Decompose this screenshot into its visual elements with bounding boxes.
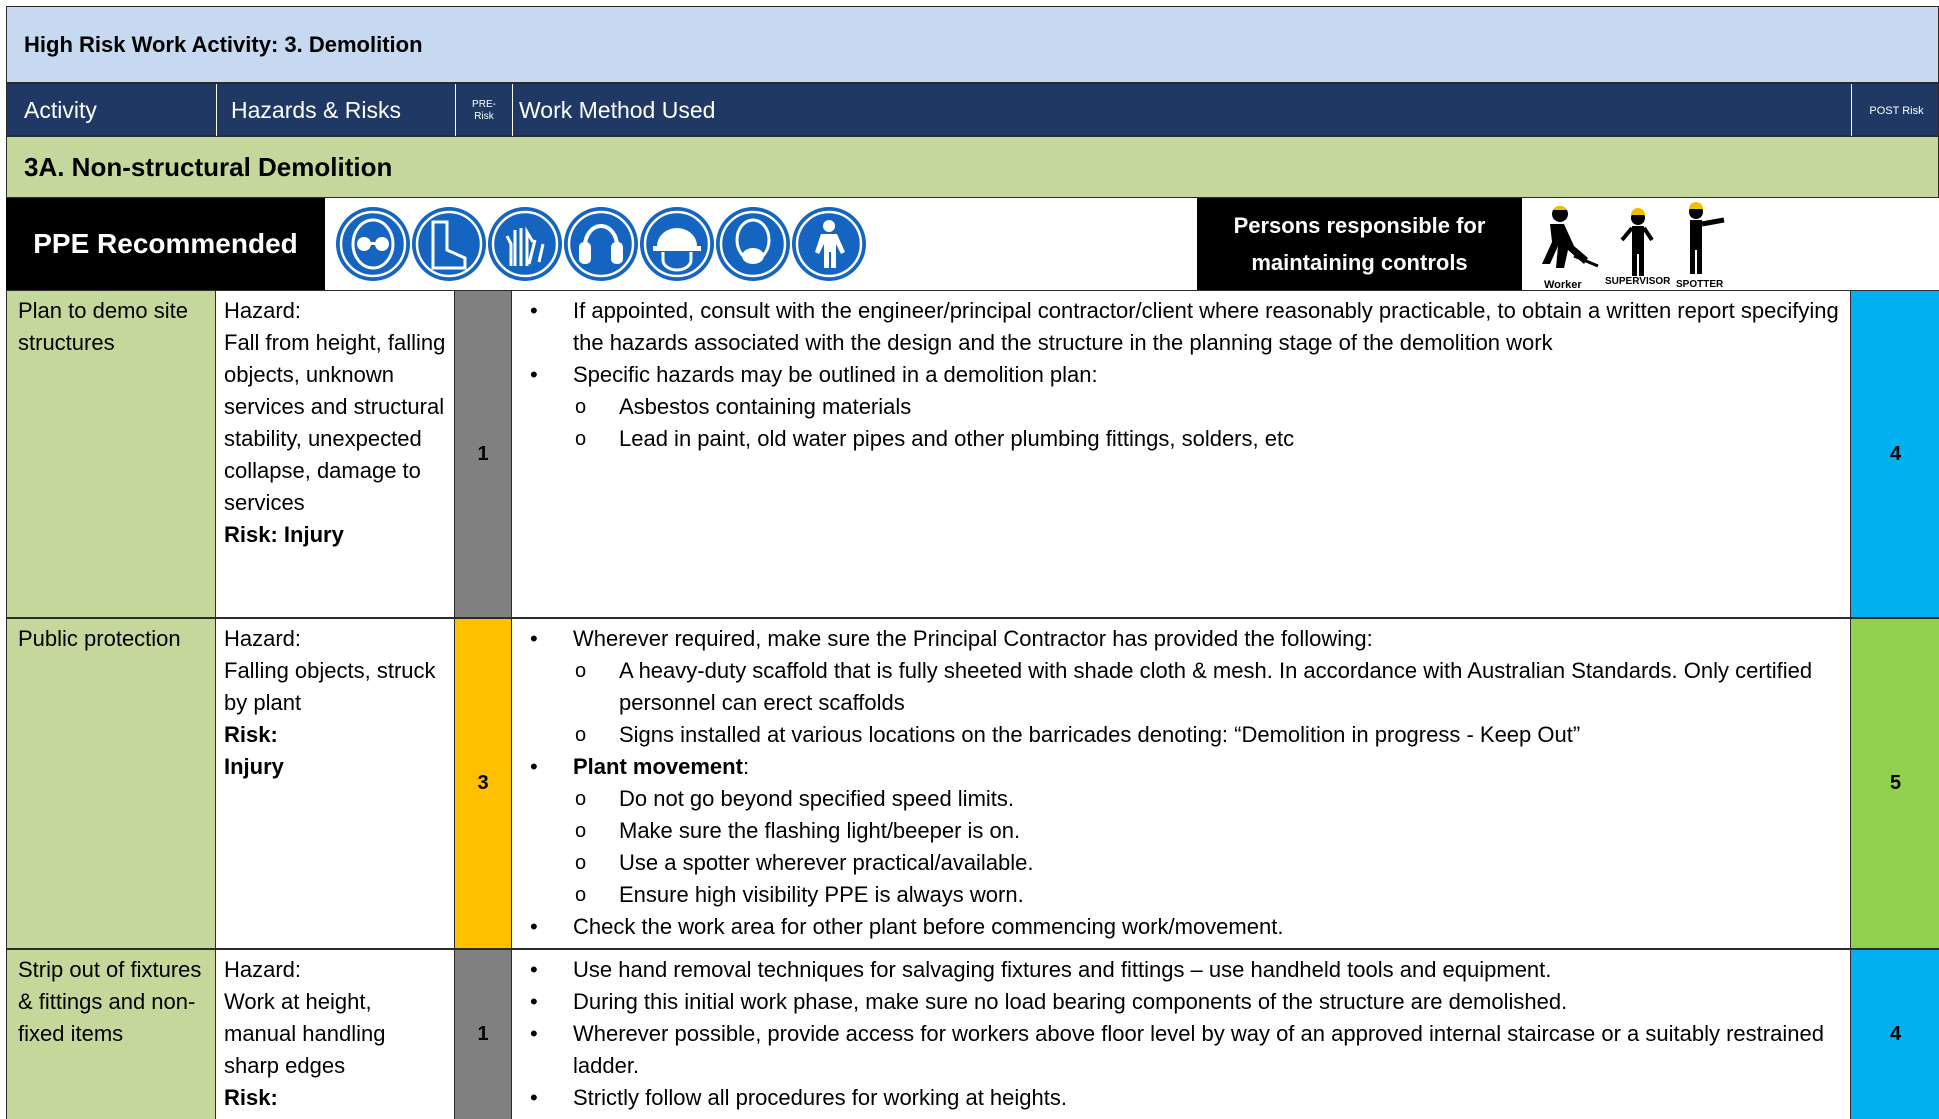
list-item: Signs installed at various locations on … [512, 719, 1840, 751]
pre-risk-cell: 1 [455, 950, 512, 1119]
persons-figures: Worker SUPERVISOR SPOTTER [1542, 202, 1725, 290]
list-item: Make sure the flashing light/beeper is o… [512, 815, 1840, 847]
risk-label: Risk: Injury [224, 522, 344, 547]
hazard-label: Hazard: [224, 626, 302, 651]
pre-risk-cell: 1 [455, 291, 512, 617]
list-item: Plant movement: [512, 751, 1840, 783]
header-post-risk: POST Risk [1869, 104, 1924, 117]
activity-cell: Public protection [7, 619, 216, 948]
hazard-label: Hazard: [224, 957, 302, 982]
hazard-text: Falling objects, struck by plant [224, 658, 436, 715]
method-list: Use hand removal techniques for salvagin… [512, 954, 1840, 1114]
list-item: Wherever possible, provide access for wo… [512, 1018, 1840, 1082]
safety-glasses-icon [336, 207, 410, 281]
table-row: Plan to demo site structures Hazard: Fal… [6, 290, 1939, 618]
table-header: Activity Hazards & Risks PRE- Risk Work … [6, 83, 1939, 137]
list-item: Use hand removal techniques for salvagin… [512, 954, 1840, 986]
worker-figure-icon [1542, 205, 1599, 268]
hazard-cell: Hazard: Work at height, manual handling … [216, 950, 455, 1119]
gloves-icon [488, 207, 562, 281]
post-risk-cell: 4 [1851, 950, 1939, 1119]
hazard-label: Hazard: [224, 298, 302, 323]
hard-hat-icon [640, 207, 714, 281]
table-row: Strip out of fixtures & fittings and non… [6, 949, 1939, 1119]
header-work-method: Work Method Used [519, 97, 716, 123]
list-item: Check the work area for other plant befo… [512, 911, 1840, 943]
method-list: Wherever required, make sure the Princip… [512, 623, 1840, 943]
method-list: If appointed, consult with the engineer/… [512, 295, 1840, 455]
role-supervisor: SUPERVISOR [1605, 276, 1671, 287]
supervisor-figure-icon [1620, 208, 1654, 276]
persons-label-line1: Persons responsible for [1233, 213, 1486, 238]
pre-risk-cell: 3 [455, 619, 512, 948]
list-item: Do not go beyond specified speed limits. [512, 783, 1840, 815]
risk-label: Risk: [224, 1085, 278, 1110]
header-pre-risk: PRE- Risk [472, 98, 496, 122]
list-item: Ensure high visibility PPE is always wor… [512, 879, 1840, 911]
list-item: Use a spotter wherever practical/availab… [512, 847, 1840, 879]
list-item: Asbestos containing materials [512, 391, 1840, 423]
role-spotter: SPOTTER [1676, 279, 1724, 290]
spotter-figure-icon [1689, 202, 1725, 274]
list-item: A heavy-duty scaffold that is fully shee… [512, 655, 1840, 719]
activity-cell: Strip out of fixtures & fittings and non… [7, 950, 216, 1119]
list-item: If appointed, consult with the engineer/… [512, 295, 1840, 359]
hazard-cell: Hazard: Falling objects, struck by plant… [216, 619, 455, 948]
role-worker: Worker [1544, 279, 1582, 290]
header-activity: Activity [24, 97, 97, 123]
work-method-cell: Use hand removal techniques for salvagin… [512, 950, 1851, 1119]
safety-boots-icon [412, 207, 486, 281]
header-hazards: Hazards & Risks [231, 97, 401, 123]
ppe-label: PPE Recommended [6, 198, 325, 290]
table-row: Public protection Hazard: Falling object… [6, 618, 1939, 949]
plant-movement-heading: Plant movement [573, 754, 743, 779]
work-method-cell: Wherever required, make sure the Princip… [512, 619, 1851, 948]
hearing-protection-icon [564, 207, 638, 281]
risk-assessment-page: High Risk Work Activity: 3. Demolition A… [0, 0, 1939, 1119]
page-title: High Risk Work Activity: 3. Demolition [6, 6, 1939, 83]
list-item: Specific hazards may be outlined in a de… [512, 359, 1840, 391]
risk-label: Risk: [224, 722, 278, 747]
work-method-cell: If appointed, consult with the engineer/… [512, 291, 1851, 617]
ppe-icons [325, 198, 1197, 290]
hazard-cell: Hazard: Fall from height, falling object… [216, 291, 455, 617]
post-risk-cell: 4 [1851, 291, 1939, 617]
activity-cell: Plan to demo site structures [7, 291, 216, 617]
dust-mask-icon [716, 207, 790, 281]
persons-icons: Worker SUPERVISOR SPOTTER [1522, 198, 1939, 290]
list-item: Wherever required, make sure the Princip… [512, 623, 1840, 655]
plant-movement-colon: : [742, 754, 750, 779]
persons-responsible-label: Persons responsible for maintaining cont… [1197, 198, 1522, 290]
hazard-text: Work at height, manual handling sharp ed… [224, 989, 386, 1078]
list-item: During this initial work phase, make sur… [512, 986, 1840, 1018]
coveralls-icon [792, 207, 866, 281]
list-item: Lead in paint, old water pipes and other… [512, 423, 1840, 455]
persons-label-line2: maintaining controls [1251, 250, 1468, 275]
list-item: Strictly follow all procedures for worki… [512, 1082, 1840, 1114]
risk-value: Injury [224, 754, 284, 779]
post-risk-cell: 5 [1851, 619, 1939, 948]
ppe-icons-svg [336, 207, 866, 281]
hazard-text: Fall from height, falling objects, unkno… [224, 330, 446, 515]
section-title: 3A. Non-structural Demolition [6, 136, 1939, 198]
